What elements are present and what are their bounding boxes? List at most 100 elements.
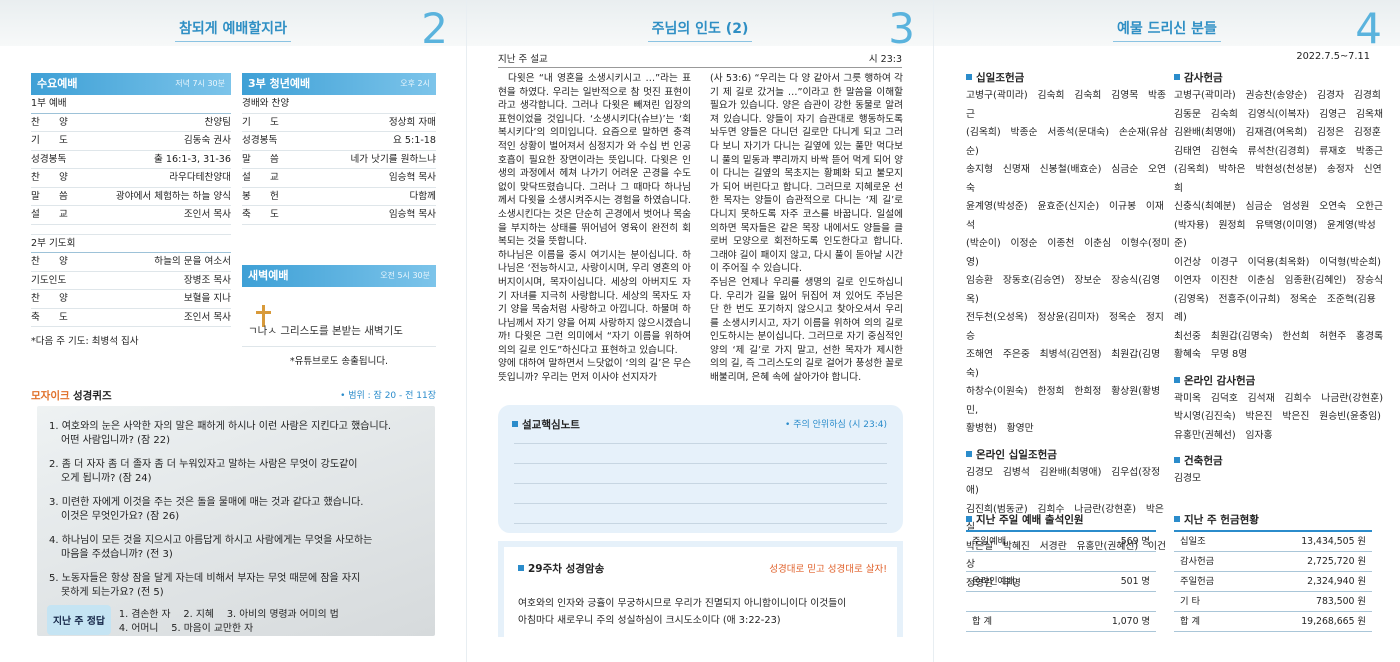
row-value: 1,070 명 — [1111, 616, 1150, 627]
program-row: 찬 양 하늘의 문을 여소서 — [31, 253, 231, 272]
bullet-icon — [1174, 376, 1180, 383]
program-list: 경배와 찬양기 도 정상희 자매 성경봉독 요 5:1-18 말 씀 네가 낫기를 원하느… — [242, 95, 436, 225]
memory-verse: 여호와의 인자와 긍휼이 무궁하시므로 우리가 진멸되지 아니함이니이다 이것들… — [518, 598, 847, 626]
program-row: 설 교 조인서 목사 — [31, 206, 231, 225]
program-row: 축 도 조인서 목사 — [31, 309, 231, 327]
page-title: 예물 드리신 분들 — [934, 18, 1400, 42]
sermon-header: 지난 주 설교 시 23:3 — [498, 51, 902, 68]
row-value: 19,268,665 원 — [1301, 616, 1366, 627]
section-header: 수요예배 저녁 7시 30분 — [31, 73, 231, 95]
row-value: 김동숙 권사 — [183, 135, 231, 146]
answers-line: 1. 겸손한 자 2. 지혜 3. 아비의 명령과 어미의 법 — [118, 609, 339, 620]
section-heading: 감사헌금 — [1174, 70, 1384, 85]
row-label: 합 계 — [972, 616, 993, 627]
page-header: 예물 드리신 분들 4 — [934, 0, 1400, 53]
row-label: 찬 양 — [31, 256, 68, 267]
row-value: 정상희 자매 — [388, 116, 436, 128]
dawn-service: 새벽예배 오전 5시 30분 ㄱ나ㅅ 그리스도를 본받는 새벽기도 *유튜브로도 … — [242, 265, 436, 367]
program-row: 찬 양 찬양팀 — [31, 114, 231, 132]
offering-table: 지난 주 헌금현황 십일조 13,434,505 원 감사헌금 2,725,720 원… — [1174, 512, 1372, 632]
sermon-reference: 시 23:3 — [868, 54, 902, 65]
quiz-line: 오게 됩니까? (잠 24) — [61, 473, 152, 484]
date-range: 2022.7.5~7.11 — [1296, 51, 1370, 62]
section-heading: 온라인 십일조헌금 — [966, 447, 1171, 462]
row-value: 조인서 목사 — [183, 209, 231, 220]
table-row: 주일예배 569 명 — [966, 532, 1156, 552]
quiz-line: 2. 좀 더 자자 좀 더 졸자 좀 더 누워있자고 말하는 사람은 무엇이 강… — [49, 459, 358, 470]
table-row: 감사헌금 2,725,720 원 — [1174, 552, 1372, 572]
row-value: 다함께 — [409, 190, 436, 202]
program-row: 설 교 임승혁 목사 — [242, 169, 436, 188]
logo-text: ㄱ나ㅅ 그리스도를 본받는 새벽기도 — [248, 325, 403, 337]
table-row: 합 계 1,070 명 — [966, 612, 1156, 632]
building-names: 김경모 — [1174, 473, 1202, 484]
sermon-notes-box: 설교핵심노트 • 주의 안위하심 (시 23:4) — [498, 405, 903, 533]
tithe-names: 고병구(곽미라) 김숙희 김숙희 김영목 박종근 (김옥희) 박종순 서종석(문… — [966, 90, 1170, 434]
bullet-icon — [1174, 74, 1180, 80]
bible-quiz: 1. 여호와의 눈은 사악한 자의 말은 패하게 하시나 이런 사람은 지킨다고… — [37, 406, 435, 636]
row-label: 경배와 찬양 — [242, 98, 290, 109]
note-line — [514, 503, 887, 504]
online-thanks-names: 곽미옥 김덕호 김석재 김희수 나금란(강현훈) 박시영(김진숙) 박은진 박은… — [1174, 392, 1384, 441]
sermon-label: 지난 주 설교 — [498, 54, 548, 65]
section-heading: 건축헌금 — [1174, 453, 1384, 468]
bullet-icon — [512, 421, 518, 427]
memory-verse-box: 29주차 성경암송 성경대로 믿고 성경대로 살자! 여호와의 인자와 긍휼이 … — [498, 541, 903, 637]
section-heading: 지난 주 헌금현황 — [1174, 512, 1372, 527]
cross-icon — [256, 305, 271, 327]
table-row: 합 계 19,268,665 원 — [1174, 612, 1372, 632]
program-row: 찬 양 보혈을 지나 — [31, 290, 231, 309]
quiz-line: 마음을 주셨습니까? (전 3) — [61, 549, 173, 560]
quiz-line: 이것은 무엇인가요? (잠 26) — [61, 511, 180, 522]
row-label: 주일헌금 — [1180, 576, 1215, 587]
row-value: 조인서 목사 — [183, 311, 231, 323]
row-label: 찬 양 — [31, 116, 68, 128]
row-value: 569 명 — [1120, 536, 1150, 547]
page-2: 참되게 예배할지라 2 수요예배 저녁 7시 30분 1부 예배 찬 양 찬양팀 기 … — [0, 0, 466, 662]
notes-header: 설교핵심노트 • 주의 안위하심 (시 23:4) — [512, 417, 887, 432]
program-list: 찬 양 찬양팀 기 도 김동숙 권사 성경봉독 출 16:1-3, 31-36 찬 양 라우다… — [31, 114, 231, 225]
table-row — [966, 592, 1156, 612]
youth-service: 3부 청년예배 오후 2시 경배와 찬양 기 도 정상희 자매 성경봉독 요 5:1-18… — [242, 73, 436, 225]
page-header: 주님의 인도 (2) 3 — [467, 0, 933, 53]
bullet-icon — [966, 516, 972, 522]
last-week-answers: 지난 주 정답 1. 겸손한 자 2. 지혜 3. 아비의 명령과 어미의 법 … — [47, 605, 339, 635]
program-row: 기 도 정상희 자매 — [242, 114, 436, 132]
page-3: 주님의 인도 (2) 3 지난 주 설교 시 23:3 다윗은 “내 영혼을 소… — [466, 0, 933, 662]
program-row: 기도인도 장병조 목사 — [31, 272, 231, 290]
program-row: 찬 양 라우다테찬양대 — [31, 169, 231, 188]
row-label: 합 계 — [1180, 616, 1201, 627]
row-value: 네가 낫기를 원하느냐 — [350, 153, 436, 165]
note-line — [514, 463, 887, 464]
row-label: 말 씀 — [242, 153, 279, 165]
program-row: 말 씀 광야에서 체험하는 하늘 양식 — [31, 188, 231, 206]
section-heading: 지난 주일 예배 출석인원 — [966, 512, 1156, 527]
quiz-line: 3. 미련한 자에게 이것을 주는 것은 돌을 물매에 매는 것과 같다고 했습… — [49, 497, 364, 508]
answers-line: 4. 어머니 5. 마음이 교만한 자 — [118, 623, 254, 634]
row-label: 찬 양 — [31, 293, 68, 304]
section-header: 새벽예배 오전 5시 30분 — [242, 265, 436, 287]
program-row: 경배와 찬양 — [242, 95, 436, 114]
notes-reference: • 주의 안위하심 (시 23:4) — [785, 420, 887, 430]
sermon-column-2: (사 53:6) “우리는 다 양 같아서 그릇 행하여 각기 제 길로 갔거늘… — [710, 73, 903, 384]
table-row: 십일조 13,434,505 원 — [1174, 532, 1372, 552]
quiz-line: 못하게 되는가요? (전 5) — [61, 587, 164, 598]
row-value: 보혈을 지나 — [183, 293, 231, 304]
row-label: 봉 헌 — [242, 190, 279, 202]
row-label: 설 교 — [31, 209, 68, 220]
table-row: 주일헌금 2,324,940 원 — [1174, 572, 1372, 592]
program-row: 말 씀 네가 낫기를 원하느냐 — [242, 151, 436, 169]
bullet-icon — [1174, 516, 1180, 522]
program-row: 성경봉독 요 5:1-18 — [242, 132, 436, 151]
row-value: 라우다테찬양대 — [169, 172, 231, 183]
table-row — [966, 552, 1156, 572]
table-row: 기 타 783,500 원 — [1174, 592, 1372, 612]
note-line — [514, 443, 887, 444]
quiz-line: 1. 여호와의 눈은 사악한 자의 말은 패하게 하시나 이런 사람은 지킨다고… — [49, 421, 392, 432]
quiz-title: 성경퀴즈 — [72, 390, 112, 402]
row-label: 기도인도 — [31, 274, 67, 286]
row-label: 기 도 — [31, 135, 68, 146]
page-title: 참되게 예배할지라 — [0, 18, 466, 42]
row-value: 하늘의 문을 여소서 — [154, 256, 231, 267]
row-value: 임승혁 목사 — [388, 172, 436, 183]
